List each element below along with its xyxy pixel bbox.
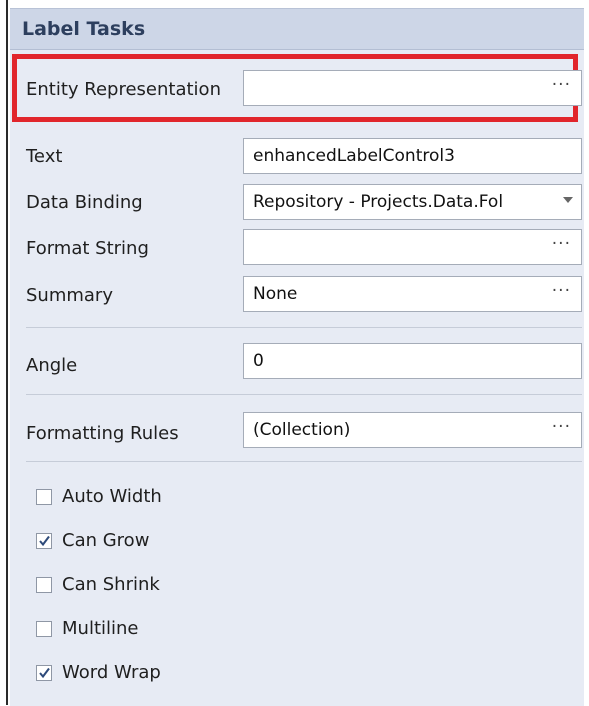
word-wrap-checkbox[interactable] [36, 665, 52, 681]
text-field[interactable]: enhancedLabelControl3 [243, 138, 582, 174]
separator [26, 461, 582, 462]
can-grow-checkbox[interactable] [36, 533, 52, 549]
data-binding-label: Data Binding [26, 192, 143, 213]
formatting-rules-field[interactable]: (Collection) ··· [243, 412, 582, 448]
can-grow-label: Can Grow [62, 530, 150, 551]
text-value: enhancedLabelControl3 [253, 146, 455, 166]
summary-field[interactable]: None ··· [243, 276, 582, 312]
entity-representation-label: Entity Representation [26, 79, 221, 100]
ellipsis-button[interactable]: ··· [552, 75, 571, 95]
checkmark-icon [39, 667, 50, 679]
format-string-field[interactable]: ··· [243, 229, 582, 265]
text-label: Text [26, 146, 63, 167]
entity-representation-field[interactable]: ··· [243, 70, 582, 106]
angle-value: 0 [253, 351, 264, 371]
separator [26, 394, 582, 395]
auto-width-label: Auto Width [62, 486, 162, 507]
ellipsis-button[interactable]: ··· [552, 281, 571, 301]
multiline-checkbox[interactable] [36, 621, 52, 637]
summary-value: None [253, 284, 298, 304]
separator [26, 327, 582, 328]
data-binding-select[interactable]: Repository - Projects.Data.Fol [243, 184, 582, 220]
panel-title: Label Tasks [22, 18, 146, 40]
word-wrap-label: Word Wrap [62, 662, 161, 683]
ellipsis-button[interactable]: ··· [552, 417, 571, 437]
angle-label: Angle [26, 355, 78, 376]
multiline-label: Multiline [62, 618, 139, 639]
format-string-label: Format String [26, 238, 149, 259]
data-binding-value: Repository - Projects.Data.Fol [253, 192, 504, 212]
summary-label: Summary [26, 285, 113, 306]
formatting-rules-value: (Collection) [253, 420, 351, 440]
label-tasks-panel: Label Tasks Entity Representation ··· Te… [10, 8, 584, 706]
chevron-down-icon[interactable] [563, 197, 573, 203]
angle-field[interactable]: 0 [243, 343, 582, 379]
ellipsis-button[interactable]: ··· [552, 234, 571, 254]
window-edge [6, 0, 8, 705]
can-shrink-checkbox[interactable] [36, 577, 52, 593]
checkmark-icon [39, 535, 50, 547]
panel-header: Label Tasks [10, 9, 584, 50]
auto-width-checkbox[interactable] [36, 489, 52, 505]
formatting-rules-label: Formatting Rules [26, 423, 179, 444]
can-shrink-label: Can Shrink [62, 574, 160, 595]
